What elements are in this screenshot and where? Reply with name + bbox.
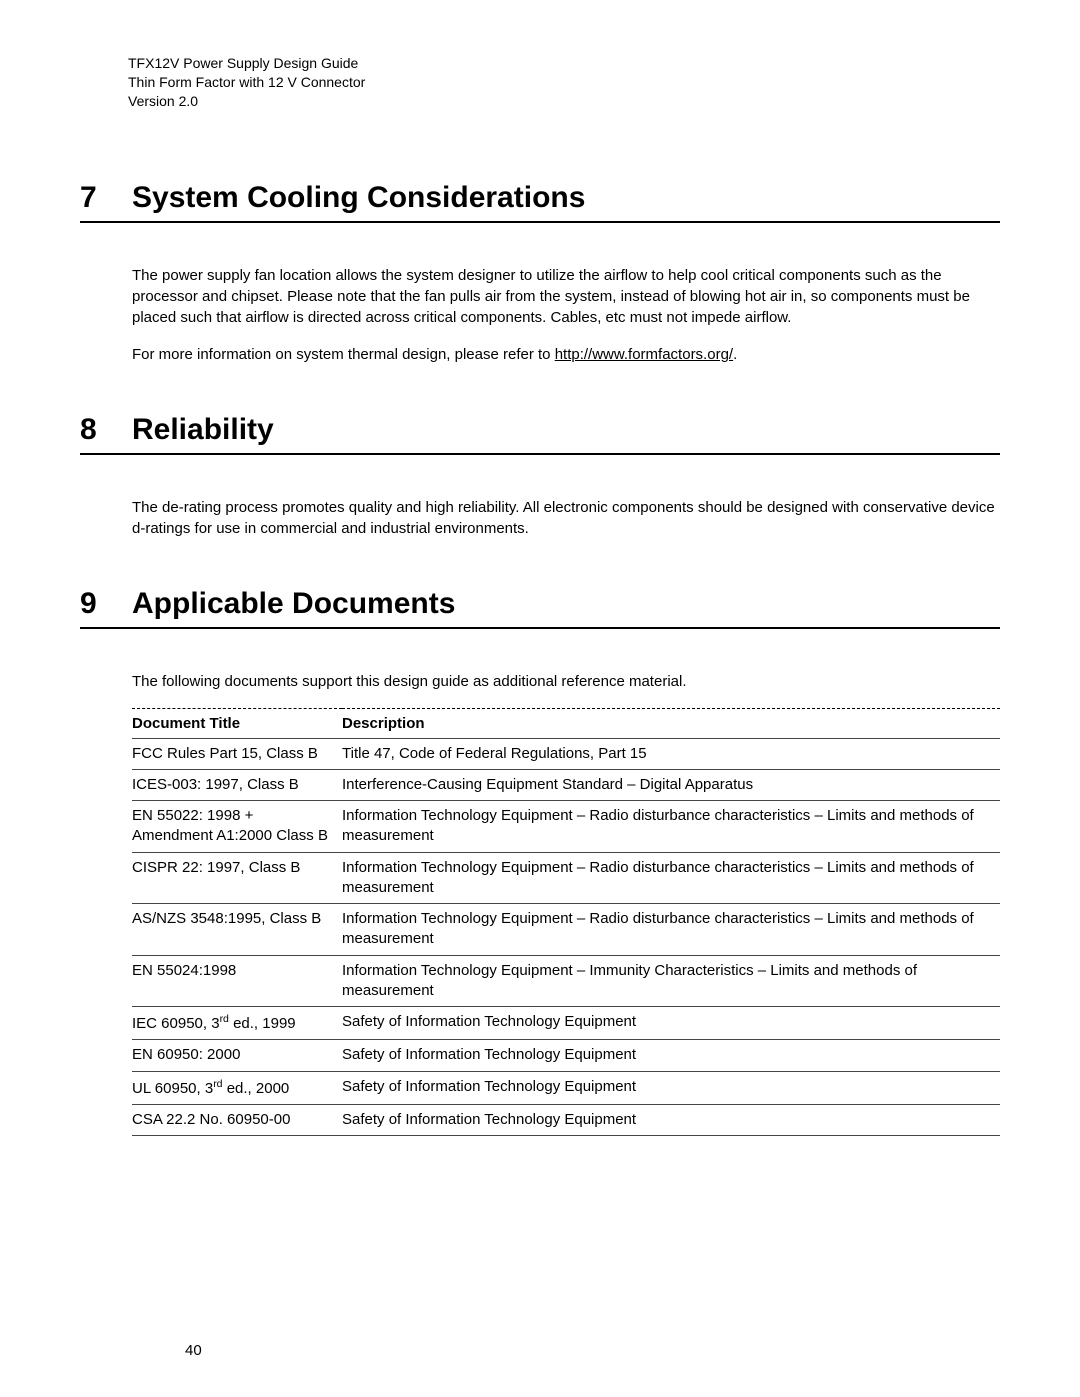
section-9: 9 Applicable Documents The following doc…: [80, 587, 1000, 1137]
document-description-cell: Information Technology Equipment – Radio…: [342, 801, 1000, 853]
section-7-para-2: For more information on system thermal d…: [132, 344, 1000, 365]
document-title-cell: UL 60950, 3rd ed., 2000: [132, 1071, 342, 1104]
section-7-title: System Cooling Considerations: [132, 181, 585, 215]
page-number: 40: [185, 1342, 202, 1359]
document-title-cell: AS/NZS 3548:1995, Class B: [132, 904, 342, 956]
section-8-para-1: The de-rating process promotes quality a…: [132, 497, 1000, 539]
table-header-description: Description: [342, 708, 1000, 738]
document-description-cell: Interference-Causing Equipment Standard …: [342, 769, 1000, 800]
header-line-2: Thin Form Factor with 12 V Connector: [128, 73, 1000, 92]
document-description-cell: Information Technology Equipment – Radio…: [342, 904, 1000, 956]
document-title-cell: CSA 22.2 No. 60950-00: [132, 1104, 342, 1135]
table-row: IEC 60950, 3rd ed., 1999Safety of Inform…: [132, 1007, 1000, 1040]
document-title-cell: FCC Rules Part 15, Class B: [132, 738, 342, 769]
table-row: CISPR 22: 1997, Class BInformation Techn…: [132, 852, 1000, 904]
document-description-cell: Safety of Information Technology Equipme…: [342, 1040, 1000, 1071]
header-line-3: Version 2.0: [128, 92, 1000, 111]
table-row: ICES-003: 1997, Class BInterference-Caus…: [132, 769, 1000, 800]
table-row: CSA 22.2 No. 60950-00Safety of Informati…: [132, 1104, 1000, 1135]
document-description-cell: Safety of Information Technology Equipme…: [342, 1071, 1000, 1104]
document-title-cell: CISPR 22: 1997, Class B: [132, 852, 342, 904]
section-7: 7 System Cooling Considerations The powe…: [80, 181, 1000, 365]
document-title-cell: ICES-003: 1997, Class B: [132, 769, 342, 800]
section-7-para-1: The power supply fan location allows the…: [132, 265, 1000, 328]
section-9-heading: 9 Applicable Documents: [80, 587, 1000, 629]
table-row: EN 60950: 2000Safety of Information Tech…: [132, 1040, 1000, 1071]
table-row: EN 55022: 1998 + Amendment A1:2000 Class…: [132, 801, 1000, 853]
document-title-cell: EN 55024:1998: [132, 955, 342, 1007]
section-9-title: Applicable Documents: [132, 587, 455, 621]
page: TFX12V Power Supply Design Guide Thin Fo…: [0, 0, 1080, 1397]
formfactors-link[interactable]: http://www.formfactors.org/: [555, 346, 733, 363]
document-description-cell: Safety of Information Technology Equipme…: [342, 1007, 1000, 1040]
section-8-number: 8: [80, 413, 132, 447]
section-8-title: Reliability: [132, 413, 274, 447]
table-header-title: Document Title: [132, 708, 342, 738]
document-description-cell: Information Technology Equipment – Immun…: [342, 955, 1000, 1007]
document-description-cell: Title 47, Code of Federal Regulations, P…: [342, 738, 1000, 769]
document-description-cell: Information Technology Equipment – Radio…: [342, 852, 1000, 904]
document-title-cell: EN 55022: 1998 + Amendment A1:2000 Class…: [132, 801, 342, 853]
table-header-row: Document Title Description: [132, 708, 1000, 738]
section-9-number: 9: [80, 587, 132, 621]
document-title-cell: EN 60950: 2000: [132, 1040, 342, 1071]
section-7-number: 7: [80, 181, 132, 215]
table-row: EN 55024:1998Information Technology Equi…: [132, 955, 1000, 1007]
section-7-para-2-suffix: .: [733, 346, 737, 363]
document-description-cell: Safety of Information Technology Equipme…: [342, 1104, 1000, 1135]
section-9-para-1: The following documents support this des…: [132, 671, 1000, 692]
page-header: TFX12V Power Supply Design Guide Thin Fo…: [128, 54, 1000, 111]
applicable-documents-table: Document Title Description FCC Rules Par…: [132, 708, 1000, 1137]
section-8-heading: 8 Reliability: [80, 413, 1000, 455]
table-row: UL 60950, 3rd ed., 2000Safety of Informa…: [132, 1071, 1000, 1104]
section-7-heading: 7 System Cooling Considerations: [80, 181, 1000, 223]
section-7-para-2-prefix: For more information on system thermal d…: [132, 346, 555, 363]
document-title-cell: IEC 60950, 3rd ed., 1999: [132, 1007, 342, 1040]
table-row: AS/NZS 3548:1995, Class BInformation Tec…: [132, 904, 1000, 956]
table-row: FCC Rules Part 15, Class BTitle 47, Code…: [132, 738, 1000, 769]
section-8: 8 Reliability The de-rating process prom…: [80, 413, 1000, 539]
header-line-1: TFX12V Power Supply Design Guide: [128, 54, 1000, 73]
